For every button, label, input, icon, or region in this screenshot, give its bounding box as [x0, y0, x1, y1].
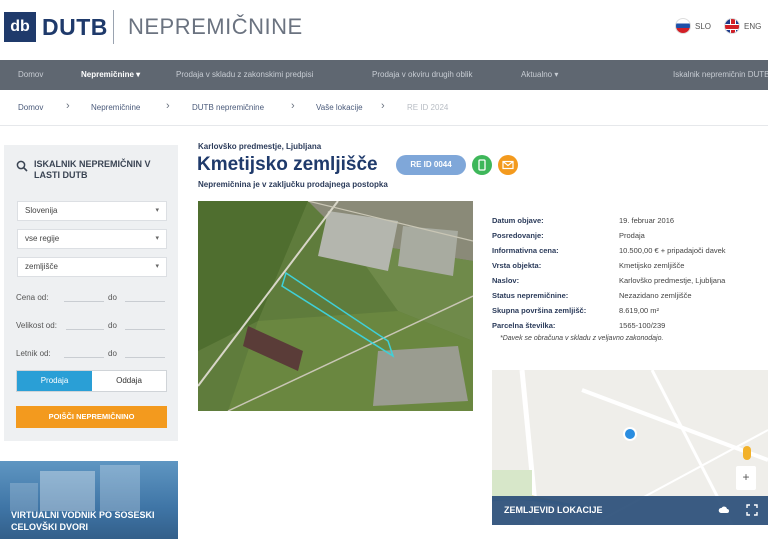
type-select[interactable]: zemljišče ▾	[17, 257, 167, 277]
detail-label: Vrsta objekta:	[492, 261, 542, 270]
chevron-down-icon: ▾	[155, 263, 159, 270]
detail-value: 1565-100/239	[619, 321, 666, 330]
breadcrumb-current: RE ID 2024	[407, 103, 449, 112]
size-to-label: do	[108, 321, 117, 330]
property-location: Karlovško predmestje, Ljubljana	[198, 142, 322, 151]
year-to-label: do	[108, 349, 117, 358]
chevron-right-icon: ›	[291, 100, 295, 112]
location-map[interactable]: + ZEMLJEVID LOKACIJE	[492, 370, 768, 525]
logo-subtitle: NEPREMIČNINE	[128, 14, 303, 39]
year-from-input[interactable]	[64, 357, 104, 358]
map-caption-bar: ZEMLJEVID LOKACIJE	[492, 496, 768, 525]
street-view-icon[interactable]	[743, 446, 751, 460]
detail-label: Datum objave:	[492, 216, 544, 225]
country-select-value: Slovenija	[25, 206, 58, 215]
nav-item-nepremicnine[interactable]: Nepremičnine ▾	[81, 70, 140, 79]
location-marker-icon[interactable]	[623, 427, 637, 441]
aerial-photo-image	[198, 201, 473, 411]
year-to-input[interactable]	[125, 357, 165, 358]
map-caption: ZEMLJEVID LOKACIJE	[504, 505, 603, 515]
price-to-label: do	[108, 293, 117, 302]
uk-flag-icon	[724, 18, 740, 34]
breadcrumb-dutb-nepremicnine[interactable]: DUTB nepremičnine	[192, 103, 264, 112]
type-select-value: zemljišče	[25, 262, 58, 271]
email-button[interactable]	[498, 155, 518, 175]
search-sidebar: ISKALNIK NEPREMIČNIN V LASTI DUTB Sloven…	[4, 145, 178, 441]
detail-value: 10.500,00 € + pripadajoči davek	[619, 246, 726, 255]
toggle-rent-button[interactable]: Oddaja	[92, 371, 166, 391]
chevron-right-icon: ›	[166, 100, 170, 112]
promo-building-image	[40, 471, 95, 511]
search-button[interactable]: POIŠČI NEPREMIČNINO	[16, 406, 167, 428]
search-icon	[16, 160, 28, 172]
detail-value: 19. februar 2016	[619, 216, 675, 225]
lang-si-link[interactable]: SLO	[675, 17, 711, 35]
chevron-right-icon: ›	[66, 100, 70, 112]
property-status-note: Nepremičnina je v zaključku prodajnega p…	[198, 180, 388, 189]
price-label: Cena od:	[16, 293, 49, 302]
breadcrumb: Domov › Nepremičnine › DUTB nepremičnine…	[0, 97, 768, 119]
cloud-icon[interactable]	[718, 504, 730, 516]
nav-item-aktualno[interactable]: Aktualno ▾	[521, 70, 558, 79]
logo-text[interactable]: DUTB	[42, 12, 108, 42]
slovenia-flag-icon	[675, 18, 691, 34]
detail-label: Informativna cena:	[492, 246, 559, 255]
logo-mark[interactable]: db	[4, 12, 36, 42]
nav-item-prodaja-zakonski[interactable]: Prodaja v skladu z zakonskimi predpisi	[176, 70, 313, 79]
country-select[interactable]: Slovenija ▾	[17, 201, 167, 221]
header: db DUTB NEPREMIČNINE SLO ENG	[0, 0, 768, 56]
breadcrumb-domov[interactable]: Domov	[18, 103, 43, 112]
chevron-right-icon: ›	[381, 100, 385, 112]
fullscreen-icon[interactable]	[746, 504, 758, 516]
toggle-sale-button[interactable]: Prodaja	[17, 371, 92, 391]
promo-building-image	[100, 465, 140, 511]
breadcrumb-lokacije[interactable]: Vaše lokacije	[316, 103, 363, 112]
size-to-input[interactable]	[125, 329, 165, 330]
detail-label: Skupna površina zemljišč:	[492, 306, 587, 315]
detail-value: Nezazidano zemljišče	[619, 291, 692, 300]
nav-item-iskalnik[interactable]: Iskalnik nepremičnin DUTB	[673, 70, 768, 79]
sale-rent-toggle: Prodaja Oddaja	[16, 370, 167, 392]
promo-text: VIRTUALNI VODNIK PO SOSESKI CELOVŠKI DVO…	[11, 510, 155, 532]
nav-item-prodaja-drugih[interactable]: Prodaja v okviru drugih oblik	[372, 70, 473, 79]
promo-building-image	[10, 483, 38, 511]
promo-banner[interactable]: VIRTUALNI VODNIK PO SOSESKI CELOVŠKI DVO…	[0, 461, 178, 539]
main-nav: Domov Nepremičnine ▾ Prodaja v skladu z …	[0, 60, 768, 90]
nav-item-domov[interactable]: Domov	[18, 70, 43, 79]
logo-divider	[113, 10, 114, 44]
share-button[interactable]	[472, 155, 492, 175]
page-title: Kmetijsko zemljišče	[197, 154, 378, 175]
year-label: Letnik od:	[16, 349, 51, 358]
detail-value: Kmetijsko zemljišče	[619, 261, 685, 270]
detail-value: Prodaja	[619, 231, 645, 240]
detail-label: Parcelna številka:	[492, 321, 556, 330]
detail-value: Karlovško predmestje, Ljubljana	[619, 276, 726, 285]
detail-label: Status nepremičnine:	[492, 291, 569, 300]
size-label: Velikost od:	[16, 321, 57, 330]
lang-en-label: ENG	[744, 21, 762, 31]
lang-en-link[interactable]: ENG	[724, 17, 761, 35]
price-from-input[interactable]	[64, 301, 104, 302]
phone-icon	[478, 159, 486, 171]
chevron-down-icon: ▾	[155, 235, 159, 242]
detail-label: Naslov:	[492, 276, 520, 285]
detail-value: 8.619,00 m²	[619, 306, 660, 315]
lang-si-label: SLO	[695, 21, 712, 31]
sidebar-title: ISKALNIK NEPREMIČNIN V LASTI DUTB	[34, 159, 151, 180]
detail-label: Posredovanje:	[492, 231, 544, 240]
region-select-value: vse regije	[25, 234, 60, 243]
page: db DUTB NEPREMIČNINE SLO ENG Domov Nepre…	[0, 0, 768, 541]
mail-icon	[502, 160, 514, 170]
tax-note: *Davek se obračuna v skladu z veljavno z…	[500, 335, 664, 342]
price-to-input[interactable]	[125, 301, 165, 302]
region-select[interactable]: vse regije ▾	[17, 229, 167, 249]
breadcrumb-divider	[0, 125, 768, 126]
size-from-input[interactable]	[66, 329, 104, 330]
property-id-badge: RE ID 0044	[396, 155, 466, 175]
zoom-in-button[interactable]: +	[736, 466, 756, 490]
aerial-photo[interactable]	[198, 201, 473, 411]
breadcrumb-nepremicnine[interactable]: Nepremičnine	[91, 103, 140, 112]
chevron-down-icon: ▾	[155, 207, 159, 214]
